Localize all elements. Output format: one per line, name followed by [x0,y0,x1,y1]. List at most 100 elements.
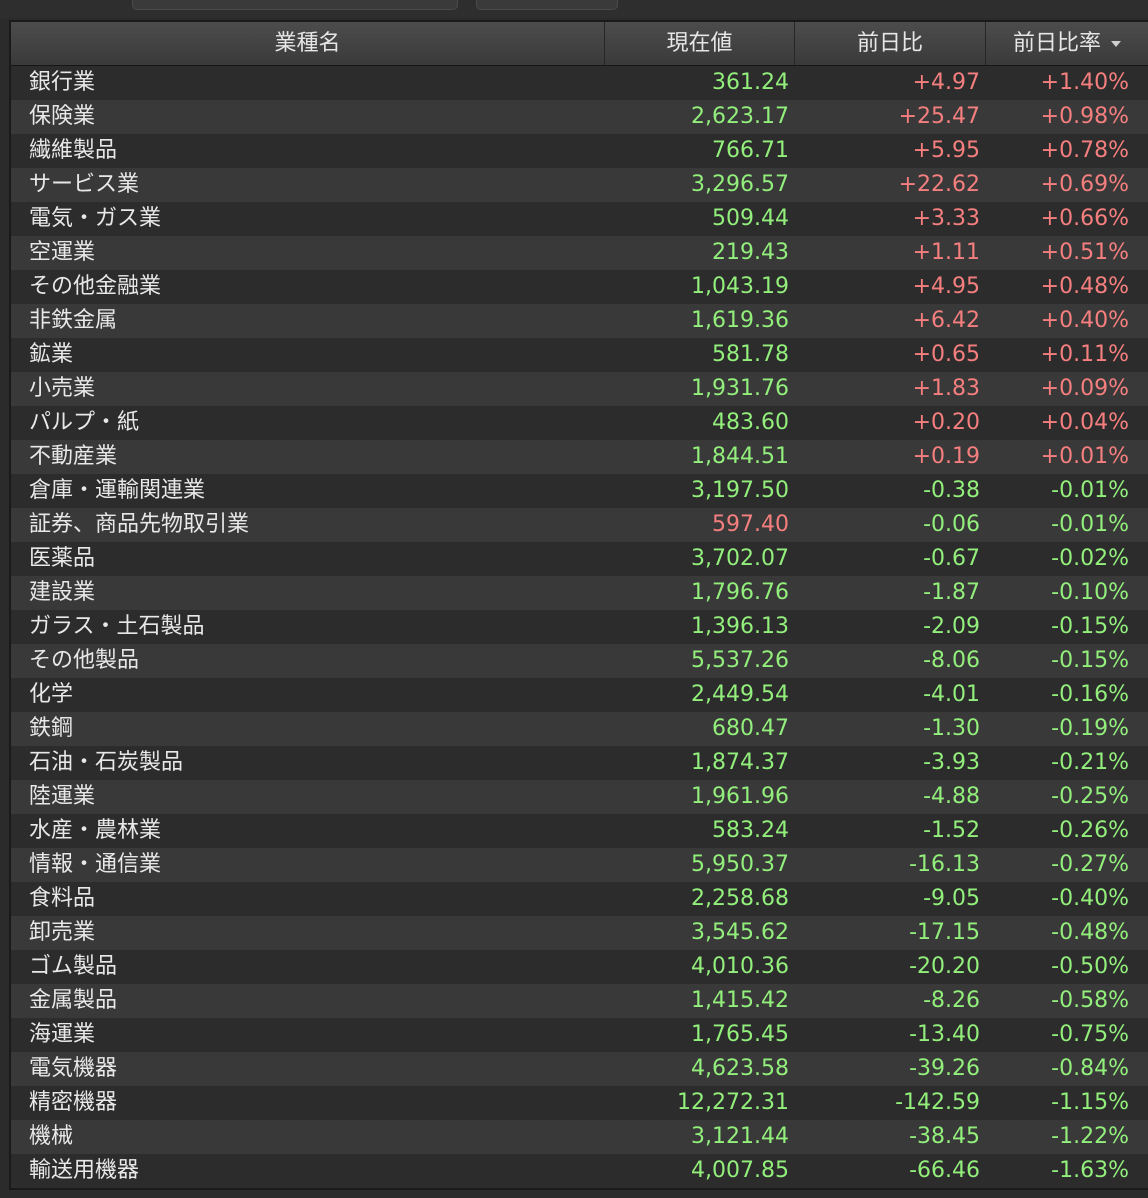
change-value: -4.01 [923,682,980,707]
table-row[interactable]: 化学 2,449.54 -4.01 -0.16% [11,678,1148,712]
change-rate: -0.16% [1051,682,1129,707]
table-row[interactable]: 石油・石炭製品 1,874.37 -3.93 -0.21% [11,746,1148,780]
table-row[interactable]: 建設業 1,796.76 -1.87 -0.10% [11,576,1148,610]
table-row[interactable]: サービス業 3,296.57 +22.62 +0.69% [11,168,1148,202]
table-row[interactable]: 金属製品 1,415.42 -8.26 -0.58% [11,984,1148,1018]
table-row[interactable]: 卸売業 3,545.62 -17.15 -0.48% [11,916,1148,950]
sector-name: 繊維製品 [29,138,118,163]
sector-name: 精密機器 [29,1090,118,1115]
toolbar-button-left[interactable] [132,0,458,10]
sector-name: 卸売業 [29,920,96,945]
change-rate: -0.40% [1051,886,1129,911]
table-row[interactable]: 水産・農林業 583.24 -1.52 -0.26% [11,814,1148,848]
change-rate: -0.27% [1051,852,1129,877]
column-header-value[interactable]: 現在値 [605,22,795,65]
table-row[interactable]: ガラス・土石製品 1,396.13 -2.09 -0.15% [11,610,1148,644]
table-row[interactable]: 非鉄金属 1,619.36 +6.42 +0.40% [11,304,1148,338]
table-row[interactable]: 食料品 2,258.68 -9.05 -0.40% [11,882,1148,916]
sector-name: 医薬品 [29,546,96,571]
change-value: -1.30 [923,716,980,741]
table-row[interactable]: 不動産業 1,844.51 +0.19 +0.01% [11,440,1148,474]
table-header: 業種名 現在値 前日比 前日比率 [11,22,1148,66]
current-value: 1,931.76 [691,376,789,401]
table-row[interactable]: 精密機器 12,272.31 -142.59 -1.15% [11,1086,1148,1120]
table-row[interactable]: 電気・ガス業 509.44 +3.33 +0.66% [11,202,1148,236]
change-rate: -0.75% [1051,1022,1129,1047]
change-rate: -0.25% [1051,784,1129,809]
table-row[interactable]: 鉱業 581.78 +0.65 +0.11% [11,338,1148,372]
change-value: -0.67 [923,546,980,571]
table-row[interactable]: 情報・通信業 5,950.37 -16.13 -0.27% [11,848,1148,882]
change-value: +22.62 [898,172,980,197]
sector-name: 証券、商品先物取引業 [29,512,250,537]
sort-descending-icon[interactable] [1111,41,1121,47]
change-value: +3.33 [912,206,980,231]
change-rate: +0.09% [1040,376,1129,401]
sector-name: その他金融業 [29,274,162,299]
change-rate: -0.84% [1051,1056,1129,1081]
change-rate: +0.98% [1040,104,1129,129]
table-row[interactable]: 倉庫・運輸関連業 3,197.50 -0.38 -0.01% [11,474,1148,508]
sector-name: 非鉄金属 [29,308,118,333]
table-row[interactable]: 海運業 1,765.45 -13.40 -0.75% [11,1018,1148,1052]
current-value: 2,623.17 [691,104,789,129]
change-rate: +0.40% [1040,308,1129,333]
table-row[interactable]: 電気機器 4,623.58 -39.26 -0.84% [11,1052,1148,1086]
table-row[interactable]: パルプ・紙 483.60 +0.20 +0.04% [11,406,1148,440]
sector-name: 不動産業 [29,444,118,469]
sector-name: サービス業 [29,172,140,197]
table-row[interactable]: 証券、商品先物取引業 597.40 -0.06 -0.01% [11,508,1148,542]
table-row[interactable]: 保険業 2,623.17 +25.47 +0.98% [11,100,1148,134]
change-value: -8.06 [923,648,980,673]
column-header-change-rate[interactable]: 前日比率 [986,22,1148,65]
change-value: +5.95 [912,138,980,163]
table-row[interactable]: ゴム製品 4,010.36 -20.20 -0.50% [11,950,1148,984]
table-row[interactable]: 機械 3,121.44 -38.45 -1.22% [11,1120,1148,1154]
table-row[interactable]: 小売業 1,931.76 +1.83 +0.09% [11,372,1148,406]
change-value: -39.26 [909,1056,980,1081]
table-row[interactable]: その他製品 5,537.26 -8.06 -0.15% [11,644,1148,678]
change-value: +0.19 [912,444,980,469]
column-header-name[interactable]: 業種名 [11,22,605,65]
table-row[interactable]: 繊維製品 766.71 +5.95 +0.78% [11,134,1148,168]
change-value: -8.26 [923,988,980,1013]
column-header-change[interactable]: 前日比 [795,22,986,65]
sector-name: 海運業 [29,1022,96,1047]
table-row[interactable]: 銀行業 361.24 +4.97 +1.40% [11,66,1148,100]
sector-name: 食料品 [29,886,96,911]
table-row[interactable]: 空運業 219.43 +1.11 +0.51% [11,236,1148,270]
current-value: 766.71 [712,138,789,163]
current-value: 1,415.42 [691,988,789,1013]
table-row[interactable]: 医薬品 3,702.07 -0.67 -0.02% [11,542,1148,576]
current-value: 3,545.62 [691,920,789,945]
change-value: +4.97 [912,70,980,95]
sector-name: 銀行業 [29,70,96,95]
change-value: -38.45 [909,1124,980,1149]
change-value: +6.42 [912,308,980,333]
change-value: -0.38 [923,478,980,503]
change-rate: +0.78% [1040,138,1129,163]
sector-name: ガラス・土石製品 [29,614,205,639]
table-row[interactable]: 輸送用機器 4,007.85 -66.46 -1.63% [11,1154,1148,1188]
change-value: -4.88 [923,784,980,809]
current-value: 1,844.51 [691,444,789,469]
change-rate: +0.69% [1040,172,1129,197]
sector-name: 倉庫・運輸関連業 [29,478,206,503]
table-row[interactable]: その他金融業 1,043.19 +4.95 +0.48% [11,270,1148,304]
change-value: -2.09 [923,614,980,639]
toolbar-button-right[interactable] [476,0,618,10]
change-value: -17.15 [909,920,980,945]
current-value: 1,043.19 [691,274,789,299]
current-value: 361.24 [712,70,789,95]
change-value: -3.93 [923,750,980,775]
current-value: 5,537.26 [691,648,789,673]
sector-name: 鉱業 [29,342,74,367]
current-value: 3,197.50 [691,478,789,503]
change-value: +0.20 [912,410,980,435]
change-rate: -0.01% [1051,478,1129,503]
change-rate: +0.04% [1040,410,1129,435]
current-value: 581.78 [712,342,789,367]
change-rate: -0.02% [1051,546,1129,571]
table-row[interactable]: 鉄鋼 680.47 -1.30 -0.19% [11,712,1148,746]
table-row[interactable]: 陸運業 1,961.96 -4.88 -0.25% [11,780,1148,814]
